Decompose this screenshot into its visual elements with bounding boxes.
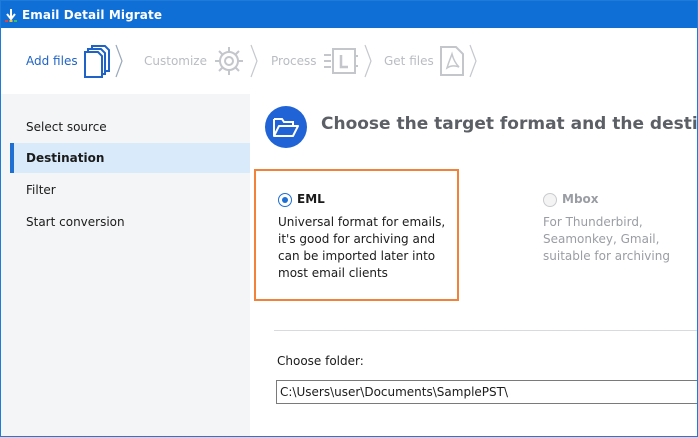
step-label: Process bbox=[271, 54, 317, 68]
process-icon bbox=[323, 46, 359, 76]
wizard-steps: Add files Customize Process Get files bbox=[1, 28, 697, 94]
sidebar-item-label: Start conversion bbox=[26, 215, 125, 229]
page-title: Choose the target format and the destina… bbox=[321, 114, 698, 134]
step-add-files[interactable]: Add files bbox=[26, 28, 123, 94]
sidebar-item-label: Select source bbox=[26, 120, 107, 134]
mbox-radio[interactable] bbox=[543, 193, 557, 207]
sidebar-item-label: Filter bbox=[26, 183, 56, 197]
sidebar-item-select-source[interactable]: Select source bbox=[12, 112, 250, 142]
sidebar-item-start-conversion[interactable]: Start conversion bbox=[12, 207, 250, 237]
download-arrow-icon bbox=[2, 1, 20, 28]
chevron-right-icon bbox=[469, 44, 477, 78]
folder-path-input[interactable] bbox=[276, 380, 697, 404]
option-title: EML bbox=[297, 192, 325, 206]
option-title: Mbox bbox=[562, 192, 599, 206]
step-get-files[interactable]: Get files bbox=[384, 28, 477, 94]
sidebar-item-label: Destination bbox=[26, 151, 105, 165]
step-process[interactable]: Process bbox=[271, 28, 372, 94]
title-bar: Email Detail Migrate bbox=[1, 1, 697, 28]
sidebar-item-destination[interactable]: Destination bbox=[10, 143, 250, 173]
files-icon bbox=[83, 44, 110, 78]
eml-radio[interactable] bbox=[278, 193, 292, 207]
pdf-icon bbox=[439, 46, 464, 76]
option-description: Universal format for emails, it's good f… bbox=[278, 215, 446, 280]
step-label: Add files bbox=[26, 54, 78, 68]
step-label: Customize bbox=[144, 54, 207, 68]
window-title: Email Detail Migrate bbox=[22, 7, 163, 22]
sidebar-item-filter[interactable]: Filter bbox=[12, 175, 250, 205]
chevron-right-icon bbox=[363, 44, 372, 78]
folder-open-icon bbox=[265, 106, 307, 148]
chevron-right-icon bbox=[115, 44, 123, 78]
chevron-right-icon bbox=[250, 44, 258, 78]
gear-icon bbox=[213, 45, 245, 77]
step-label: Get files bbox=[384, 54, 434, 68]
choose-folder-label: Choose folder: bbox=[277, 354, 364, 368]
main-panel: Choose the target format and the destina… bbox=[250, 94, 698, 436]
app-window: Email Detail Migrate Add files Customize bbox=[0, 0, 698, 437]
option-description: For Thunderbird, Seamonkey, Gmail, suita… bbox=[543, 215, 670, 263]
sidebar: Select source Destination Filter Start c… bbox=[1, 94, 250, 436]
step-customize[interactable]: Customize bbox=[144, 28, 258, 94]
divider bbox=[274, 330, 697, 331]
